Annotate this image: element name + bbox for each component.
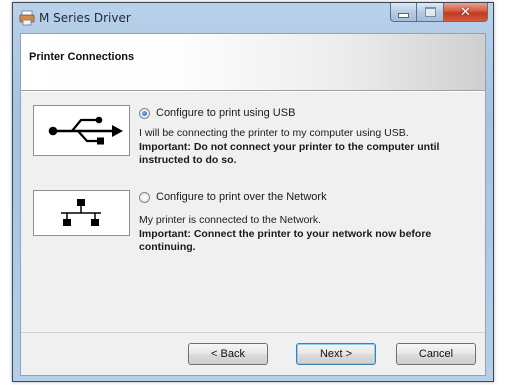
footer-divider xyxy=(21,332,485,333)
network-radio-option[interactable]: Configure to print over the Network xyxy=(139,191,327,203)
close-icon: ✕ xyxy=(460,4,471,20)
page-header: Printer Connections xyxy=(21,34,485,90)
window-controls: ✕ xyxy=(390,3,488,23)
usb-icon xyxy=(48,116,123,145)
maximize-button[interactable] xyxy=(417,3,444,22)
maximize-icon xyxy=(424,7,436,17)
next-button[interactable]: Next > xyxy=(296,343,376,365)
title-bar[interactable]: M Series Driver ✕ xyxy=(13,3,493,33)
page-title: Printer Connections xyxy=(29,51,135,63)
network-radio-button[interactable] xyxy=(139,191,150,203)
close-button[interactable]: ✕ xyxy=(444,3,488,22)
minimize-icon xyxy=(398,12,409,18)
back-button[interactable]: < Back xyxy=(188,343,268,365)
cancel-button[interactable]: Cancel xyxy=(396,343,476,365)
installer-window: M Series Driver ✕ Printer Connections Co… xyxy=(12,2,494,382)
window-title: M Series Driver xyxy=(39,11,131,25)
dialog-content: Printer Connections Configure to print u… xyxy=(20,33,486,376)
header-divider xyxy=(21,90,485,92)
network-description: My printer is connected to the Network. xyxy=(139,214,322,226)
printer-app-icon xyxy=(19,10,35,26)
usb-option-image xyxy=(33,105,130,156)
network-option-label[interactable]: Configure to print over the Network xyxy=(156,191,327,203)
network-icon xyxy=(61,199,101,226)
usb-radio-button[interactable] xyxy=(139,107,150,119)
usb-radio-option[interactable]: Configure to print using USB xyxy=(139,107,295,119)
usb-option-label[interactable]: Configure to print using USB xyxy=(156,107,295,119)
usb-description: I will be connecting the printer to my c… xyxy=(139,127,409,139)
minimize-button[interactable] xyxy=(390,3,417,22)
network-important-note: Important: Connect the printer to your n… xyxy=(139,228,432,253)
usb-important-note: Important: Do not connect your printer t… xyxy=(139,141,440,166)
network-option-image xyxy=(33,190,130,236)
